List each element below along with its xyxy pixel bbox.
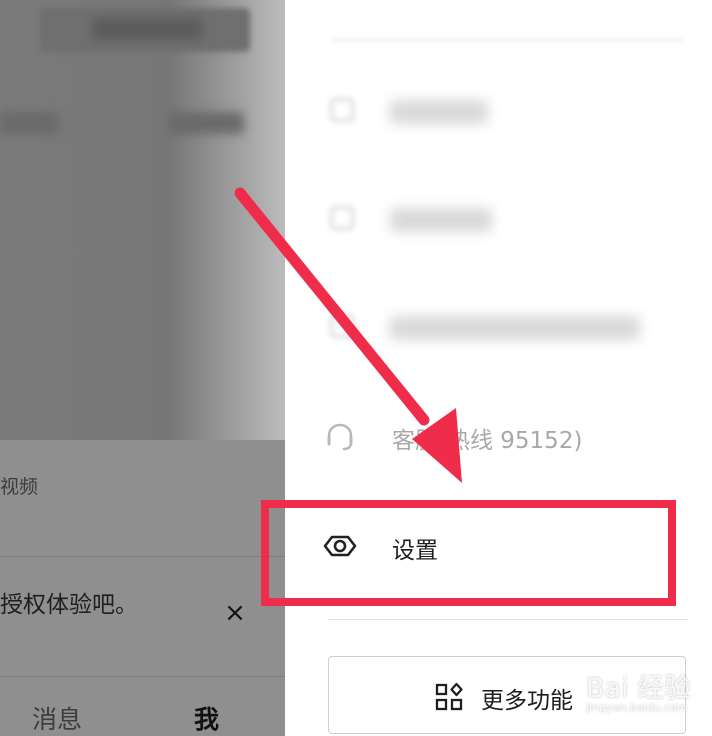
customer-service-menu-item[interactable]: 客服(热线 95152) xyxy=(322,406,692,466)
blurred-item-icon xyxy=(330,206,354,230)
watermark: Bai 经验 jingyan.baidu.com xyxy=(586,666,706,724)
blurred-menu-item-2 xyxy=(322,188,692,248)
more-functions-label: 更多功能 xyxy=(481,688,573,714)
blurred-menu-item-3 xyxy=(322,296,692,356)
left-app-upper xyxy=(0,0,285,470)
blurred-item-icon xyxy=(330,314,354,338)
left-divider xyxy=(0,556,285,557)
video-label: 视频 xyxy=(0,476,39,498)
customer-service-label: 客服(热线 95152) xyxy=(392,428,583,454)
menu-top-divider xyxy=(330,38,685,42)
blurred-row-right xyxy=(168,112,244,134)
tab-me[interactable]: 我 xyxy=(194,700,219,736)
watermark-main: Bai 经验 xyxy=(586,673,692,704)
blurred-header-text xyxy=(92,18,202,40)
blurred-item-text xyxy=(390,100,488,124)
toast-text: 授权体验吧。 xyxy=(0,592,138,618)
settings-divider xyxy=(328,619,688,620)
blurred-row-left xyxy=(0,112,58,134)
blurred-menu-item-1 xyxy=(322,80,692,140)
settings-highlight-box xyxy=(261,500,676,606)
watermark-sub: jingyan.baidu.com xyxy=(586,701,688,714)
left-app-panel: 视频 授权体验吧。 × 消息 我 xyxy=(0,0,285,736)
blurred-item-text xyxy=(390,208,492,232)
screen: 视频 授权体验吧。 × 消息 我 客服(热线 95152) 设置 更多功能 Ba… xyxy=(0,0,712,736)
tab-messages[interactable]: 消息 xyxy=(32,700,82,736)
grid-icon xyxy=(435,682,463,711)
headset-icon xyxy=(327,423,353,451)
tabbar-divider xyxy=(0,676,285,677)
blurred-item-text xyxy=(390,316,640,340)
blurred-item-icon xyxy=(330,98,354,122)
close-icon[interactable]: × xyxy=(222,600,248,626)
